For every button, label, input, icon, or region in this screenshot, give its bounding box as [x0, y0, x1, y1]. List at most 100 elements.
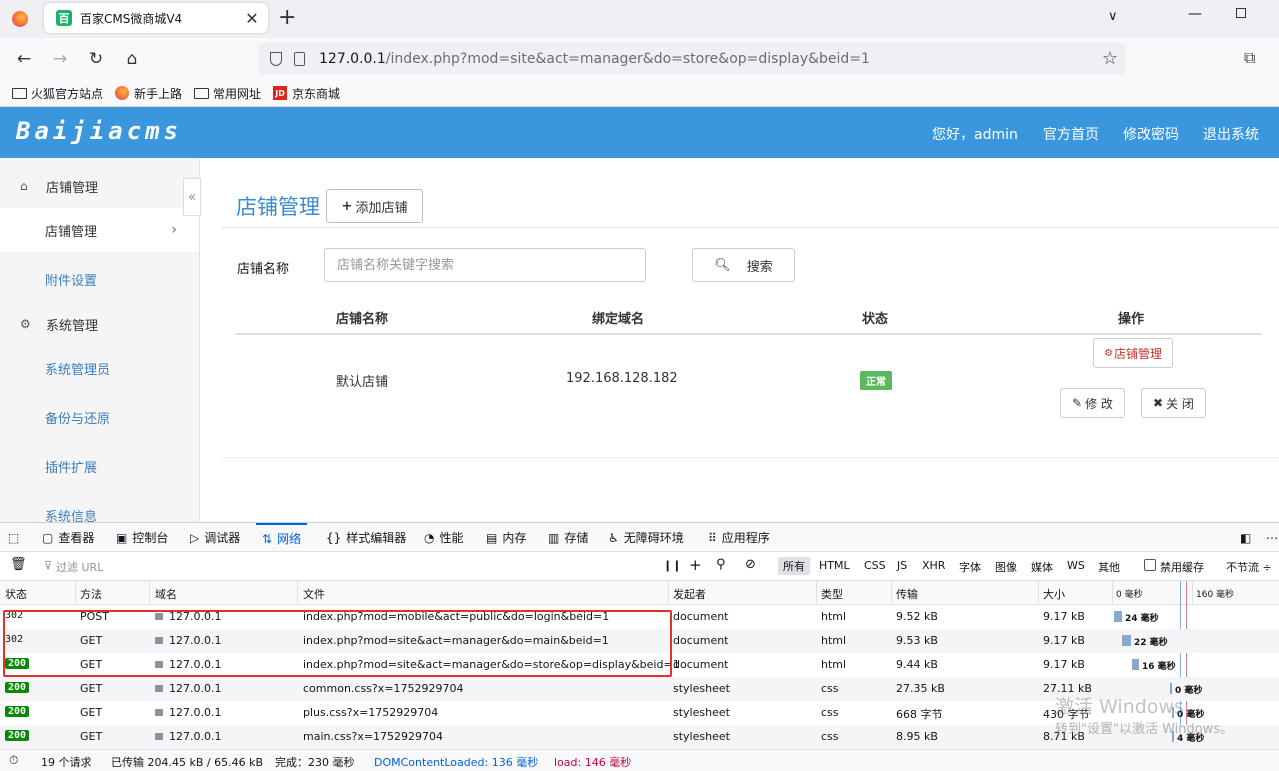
filter-js[interactable]: JS [897, 559, 907, 572]
filter-icon: ⊽ [44, 559, 53, 572]
bookmark-item[interactable]: 火狐官方站点 [12, 85, 103, 102]
site-logo[interactable]: Baijiacms [16, 117, 182, 145]
column-header[interactable]: 大小 [1043, 586, 1065, 602]
filter-media[interactable]: 媒体 [1031, 559, 1053, 575]
filter-other[interactable]: 其他 [1098, 559, 1120, 575]
tab-console[interactable]: ▣ 控制台 [116, 523, 168, 552]
method-cell: GET [80, 682, 103, 695]
tab-accessibility[interactable]: ♿︎ 无障碍环境 [608, 523, 684, 552]
type-cell: html [821, 634, 847, 647]
close-store-button[interactable]: ✖ 关 闭 [1141, 388, 1206, 418]
load-time: load: 146 毫秒 [554, 756, 632, 769]
waterfall-bar [1122, 635, 1131, 646]
sidebar-item-backup[interactable]: 备份与还原 [0, 395, 199, 439]
tab-memory[interactable]: ▤ 内存 [486, 523, 526, 552]
url-bar[interactable]: 127.0.0.1/index.php?mod=site&act=manager… [258, 43, 1126, 75]
column-header[interactable]: 类型 [821, 586, 843, 602]
chevron-right-icon: › [171, 222, 177, 238]
waterfall-bar [1132, 659, 1139, 670]
filter-all[interactable]: 所有 [778, 557, 810, 575]
block-icon[interactable]: ⊘ [745, 557, 756, 572]
filter-html[interactable]: HTML [819, 559, 850, 572]
sidebar-item-admins[interactable]: 系统管理员 [0, 346, 199, 390]
column-divider [149, 581, 150, 605]
sidebar-item-plugins[interactable]: 插件扩展 [0, 444, 199, 488]
search-icon[interactable]: ⚲ [716, 557, 726, 572]
pause-icon[interactable]: ❙❙ [663, 559, 681, 572]
column-header[interactable]: 文件 [303, 586, 325, 602]
column-header[interactable]: 状态 [5, 586, 27, 602]
type-cell: html [821, 610, 847, 623]
bookmark-item[interactable]: 常用网址 [194, 85, 261, 102]
filter-images[interactable]: 图像 [995, 559, 1017, 575]
sidebar-item-attachment[interactable]: 附件设置 [0, 257, 199, 301]
initiator-cell: stylesheet [673, 706, 730, 719]
chevron-down-icon[interactable]: ∨ [1108, 9, 1118, 24]
sidebar-collapse-button[interactable]: « [183, 178, 201, 216]
active-tab[interactable]: 百 百家CMS微商城V4 ✕ [44, 3, 268, 33]
column-header[interactable]: 发起者 [673, 586, 706, 602]
filter-css[interactable]: CSS [864, 559, 886, 572]
column-header[interactable]: 域名 [155, 586, 177, 602]
back-icon[interactable]: ← [12, 47, 36, 71]
type-cell: css [821, 706, 839, 719]
tab-style-editor[interactable]: {} 样式编辑器 [326, 523, 406, 552]
divider [221, 457, 1279, 458]
minimize-icon[interactable]: — [1188, 6, 1202, 22]
search-input[interactable] [324, 248, 646, 282]
bookmark-star-icon[interactable]: ☆ [1102, 48, 1118, 69]
navigation-bar: ← → ↻ ⌂ 127.0.0.1/index.php?mod=site&act… [0, 38, 1279, 80]
edit-button[interactable]: ✎ 修 改 [1060, 388, 1125, 418]
throttle-select[interactable]: 不节流 ÷ [1226, 559, 1272, 575]
extensions-icon[interactable]: ⧉ [1244, 48, 1255, 68]
reload-icon[interactable]: ↻ [84, 47, 108, 71]
transfer-cell: 668 字节 [896, 708, 943, 721]
element-picker-icon[interactable]: ⬚ [8, 523, 24, 552]
page-info-icon[interactable] [294, 52, 305, 66]
column-header[interactable]: 传输 [896, 586, 918, 602]
new-tab-icon[interactable]: + [278, 5, 296, 30]
firefox-menu-icon[interactable] [8, 7, 32, 31]
home-link[interactable]: 官方首页 [1043, 124, 1099, 144]
tracking-shield-icon[interactable] [270, 52, 282, 66]
tab-debugger[interactable]: ▷ 调试器 [190, 523, 240, 552]
lock-icon [155, 709, 163, 716]
disable-cache-checkbox[interactable] [1144, 559, 1156, 571]
plus-icon[interactable]: + [689, 556, 702, 574]
filter-xhr[interactable]: XHR [922, 559, 945, 572]
size-cell: 9.17 kB [1043, 634, 1085, 647]
waterfall-time: 24 毫秒 [1125, 614, 1159, 624]
tab-network[interactable]: ⇅ 网络 [256, 523, 308, 552]
search-button[interactable]: 🔍︎ 搜索 [692, 248, 795, 282]
tab-storage[interactable]: ▥ 存储 [548, 523, 588, 552]
trash-icon[interactable]: 🗑︎ [10, 557, 27, 572]
filter-ws[interactable]: WS [1067, 559, 1085, 572]
tab-application[interactable]: ⠿ 应用程序 [708, 523, 770, 552]
bookmark-item[interactable]: JD 京东商城 [273, 85, 340, 102]
search-icon: 🔍︎ [714, 257, 731, 273]
filter-url-input[interactable]: 过滤 URL [56, 559, 103, 575]
gears-icon: ⚙ [20, 317, 31, 331]
add-store-button[interactable]: + 添加店铺 [326, 189, 423, 223]
application-icon: ⠿ [708, 530, 717, 545]
more-options-icon[interactable]: ⋯ [1266, 523, 1278, 552]
home-icon[interactable]: ⌂ [120, 47, 144, 71]
tab-inspector[interactable]: ▢ 查看器 [42, 523, 94, 552]
close-tab-icon[interactable]: ✕ [242, 8, 262, 28]
forward-icon[interactable]: → [48, 47, 72, 71]
maximize-icon[interactable] [1236, 8, 1246, 18]
bookmark-item[interactable]: 新手上路 [115, 85, 182, 102]
sidebar-item-store-manage[interactable]: 店铺管理 › [0, 208, 199, 252]
filter-fonts[interactable]: 字体 [959, 559, 981, 575]
store-manage-button[interactable]: ⚙ 店铺管理 [1093, 338, 1173, 368]
sidebar-item-sysinfo[interactable]: 系统信息 [0, 493, 199, 523]
logout-link[interactable]: 退出系统 [1203, 124, 1259, 144]
column-header[interactable]: 方法 [80, 586, 102, 602]
dock-icon[interactable]: ◧ [1240, 523, 1251, 552]
tab-performance[interactable]: ◔ 性能 [424, 523, 464, 552]
transferred-size: 已传输 204.45 kB / 65.46 kB [111, 756, 264, 769]
type-cell: css [821, 730, 839, 743]
initiator-cell: stylesheet [673, 682, 730, 695]
change-password-link[interactable]: 修改密码 [1123, 124, 1179, 144]
waterfall-bar [1114, 611, 1122, 622]
